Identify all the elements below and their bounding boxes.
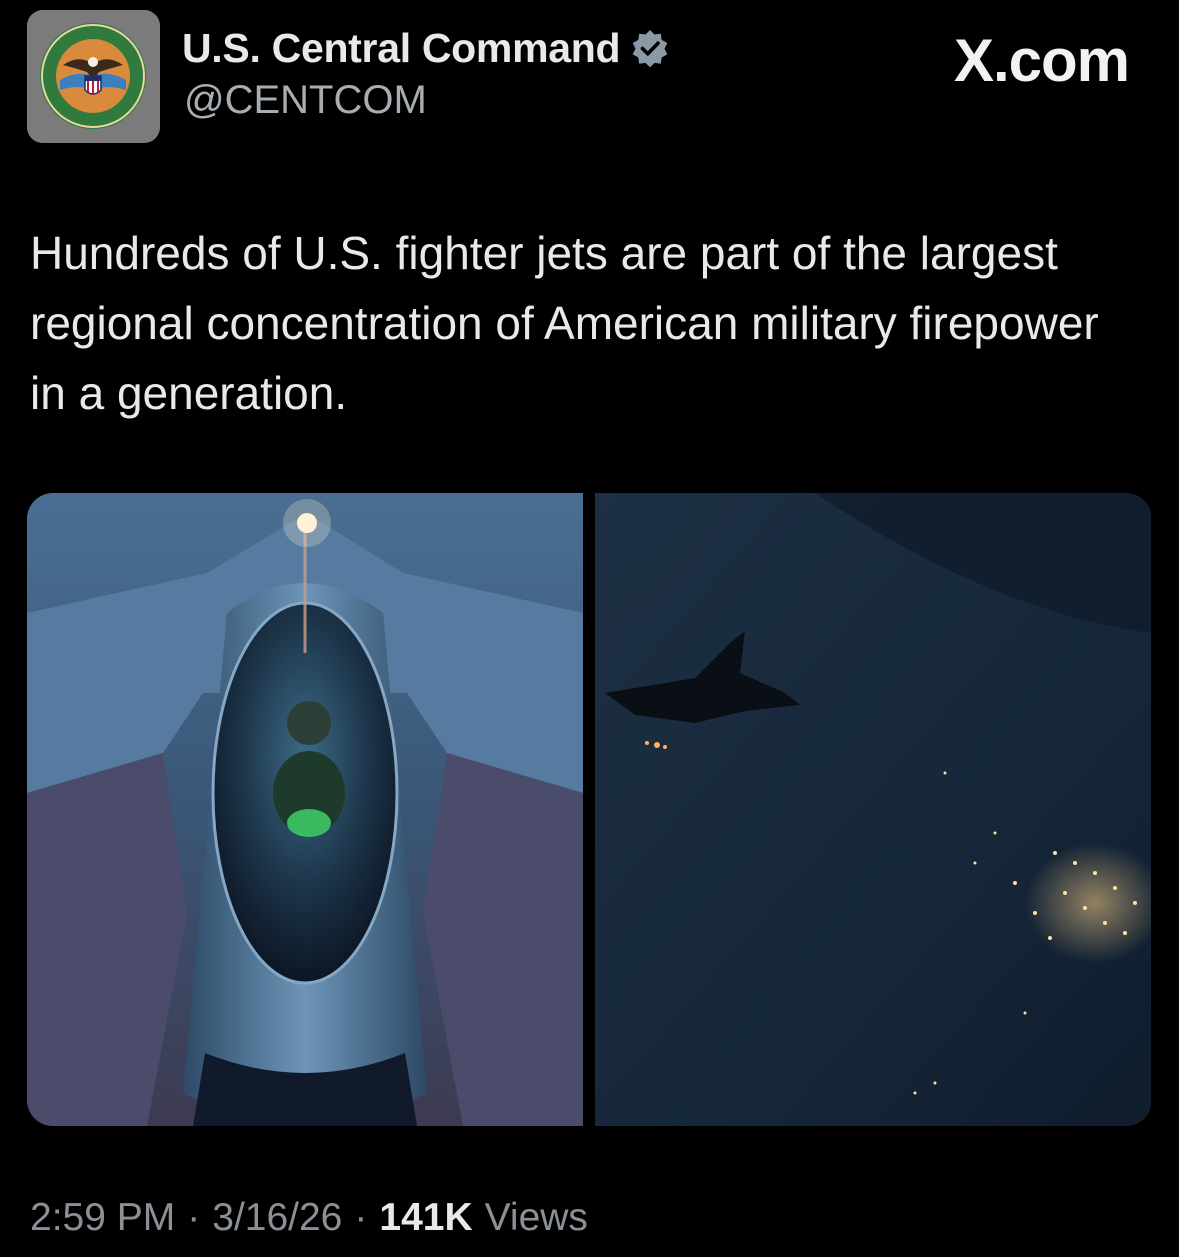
media-photo-night-flight[interactable] xyxy=(595,493,1151,1126)
x-brand-label: X.com xyxy=(953,27,1130,94)
meta-separator: · xyxy=(187,1196,201,1239)
fighter-jet-night-city-photo xyxy=(595,493,1151,1126)
views-count[interactable]: 141K xyxy=(379,1196,472,1240)
tweet-time[interactable]: 2:59 PM xyxy=(30,1196,175,1240)
tweet-date[interactable]: 3/16/26 xyxy=(212,1196,342,1240)
centcom-seal-icon xyxy=(27,10,160,143)
verified-badge-icon xyxy=(632,30,668,68)
views-label[interactable]: Views xyxy=(485,1196,588,1240)
tweet-header: U.S. Central Command @CENTCOM X.com xyxy=(0,0,1179,160)
tweet-meta: 2:59 PM · 3/16/26 · 141K Views xyxy=(30,1196,588,1240)
tweet-media-grid xyxy=(27,493,1152,1126)
meta-separator: · xyxy=(354,1196,368,1239)
account-handle[interactable]: @CENTCOM xyxy=(184,78,427,123)
account-avatar[interactable] xyxy=(27,10,160,143)
media-photo-cockpit[interactable] xyxy=(27,493,583,1126)
account-display-name[interactable]: U.S. Central Command xyxy=(182,25,621,72)
fighter-jet-cockpit-photo xyxy=(27,493,583,1126)
account-name-row[interactable]: U.S. Central Command xyxy=(182,22,670,74)
tweet-text: Hundreds of U.S. fighter jets are part o… xyxy=(30,227,1099,419)
